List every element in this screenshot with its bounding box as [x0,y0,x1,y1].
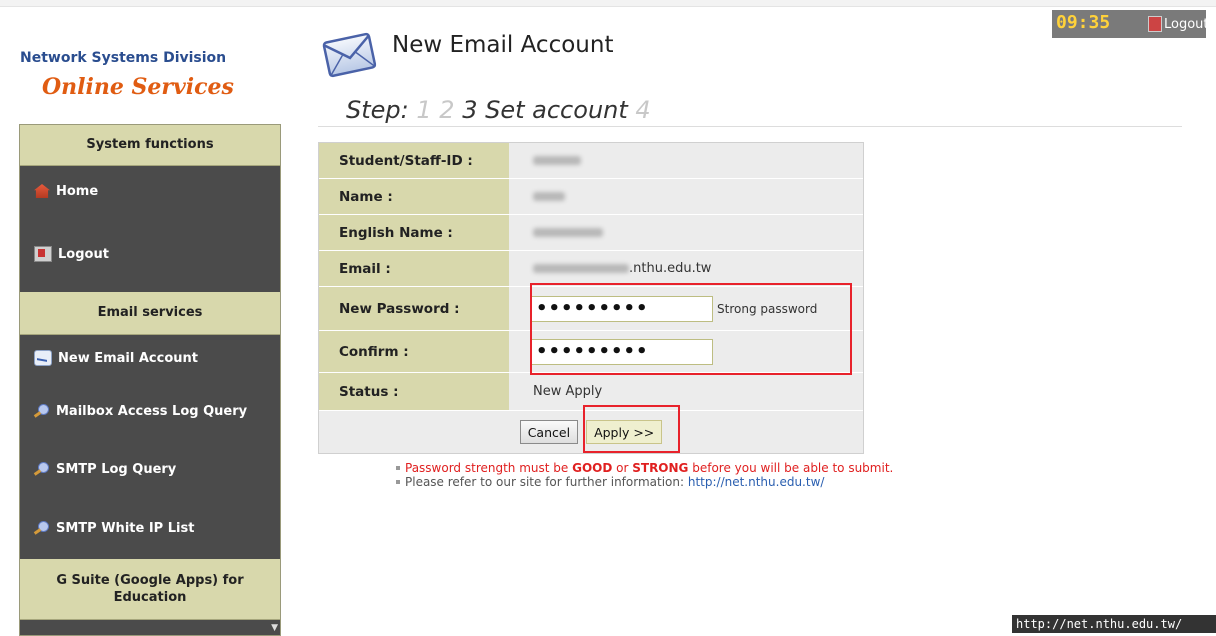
logout-icon [34,246,52,262]
sidebar-item-new-email-account[interactable]: New Email Account [20,335,280,381]
redacted-value [533,156,581,165]
cancel-button[interactable]: Cancel [519,420,579,444]
notes: Password strength must be GOOD or STRONG… [396,461,893,489]
step-3-current: 3 Set account [462,96,628,124]
step-indicator: Step: 1 2 3 Set account 4 [346,96,651,124]
logout-label: Logout [1164,16,1209,32]
row-name: Name : [319,179,863,215]
logout-link[interactable]: Logout [1148,16,1209,32]
sidebar-item-label: New Email Account [58,350,198,366]
note-text: before you will be able to submit. [688,461,894,475]
step-4: 4 [635,96,651,124]
info-link[interactable]: http://net.nthu.edu.tw/ [688,475,825,489]
sidebar-item-home[interactable]: Home [20,166,280,216]
note-password-strength: Password strength must be GOOD or STRONG… [396,461,893,475]
student-id-label: Student/Staff-ID : [319,143,509,179]
search-icon [34,462,50,476]
top-border [0,0,1216,7]
sidebar-item-smtp-log[interactable]: SMTP Log Query [20,441,280,497]
redacted-value [533,264,629,273]
envelope-icon [322,32,377,78]
sidebar-item-label: Home [56,183,99,199]
search-icon [34,404,50,418]
home-icon [34,184,50,198]
search-icon [34,521,50,535]
new-password-label: New Password : [319,287,509,331]
top-right-bar: 09:35 Logout [1052,10,1209,38]
sidebar-heading-system: System functions [20,125,280,166]
sidebar-item-logout[interactable]: Logout [20,216,280,292]
sidebar-item-label: Mailbox Access Log Query [56,403,248,419]
org-name: Network Systems Division [20,50,227,66]
status-label: Status : [319,373,509,411]
password-highlight-box [530,283,852,375]
step-2: 2 [439,96,455,124]
confirm-label: Confirm : [319,331,509,373]
row-student-id: Student/Staff-ID : [319,143,863,179]
bullet [396,465,400,470]
note-text: or [612,461,633,475]
session-clock: 09:35 [1056,12,1111,33]
sidebar-item-label: SMTP Log Query [56,461,177,477]
service-name: Online Services [42,74,234,100]
english-name-label: English Name : [319,215,509,251]
brand-block: Network Systems Division Online Services [20,50,280,100]
email-label: Email : [319,251,509,287]
step-1: 1 [416,96,432,124]
row-english-name: English Name : [319,215,863,251]
sidebar-item-smtp-white-ip[interactable]: SMTP White IP List [20,497,280,559]
sidebar: System functions Home Logout Email servi… [19,124,281,636]
divider [318,126,1182,127]
sidebar-item-label: Logout [58,246,109,262]
browser-status-bar: http://net.nthu.edu.tw/ [1012,615,1216,633]
note-good: GOOD [572,461,613,475]
sidebar-item-mailbox-access-log[interactable]: Mailbox Access Log Query [20,381,280,441]
name-label: Name : [319,179,509,215]
sidebar-item-label: SMTP White IP List [56,520,195,536]
student-id-value [509,143,863,179]
english-name-value [509,215,863,251]
note-text: Password strength must be [405,461,573,475]
sidebar-heading-email: Email services [20,292,280,335]
mail-icon [34,350,52,366]
page-title: New Email Account [392,32,614,58]
note-strong: STRONG [632,461,689,475]
sidebar-heading-gsuite[interactable]: G Suite (Google Apps) for Education [20,559,280,620]
note-further-info: Please refer to our site for further inf… [396,475,893,489]
redacted-value [533,192,565,201]
row-email: Email : .nthu.edu.tw [319,251,863,287]
scroll-down-icon[interactable]: ▼ [271,623,278,633]
email-domain: .nthu.edu.tw [629,261,712,276]
name-value [509,179,863,215]
step-prefix: Step: [346,96,409,124]
redacted-value [533,228,603,237]
logout-icon [1148,16,1162,32]
note-text: Please refer to our site for further inf… [405,475,688,489]
apply-highlight-box [583,405,680,453]
email-value: .nthu.edu.tw [509,251,863,287]
bullet [396,479,400,484]
status-value: New Apply [509,373,863,411]
